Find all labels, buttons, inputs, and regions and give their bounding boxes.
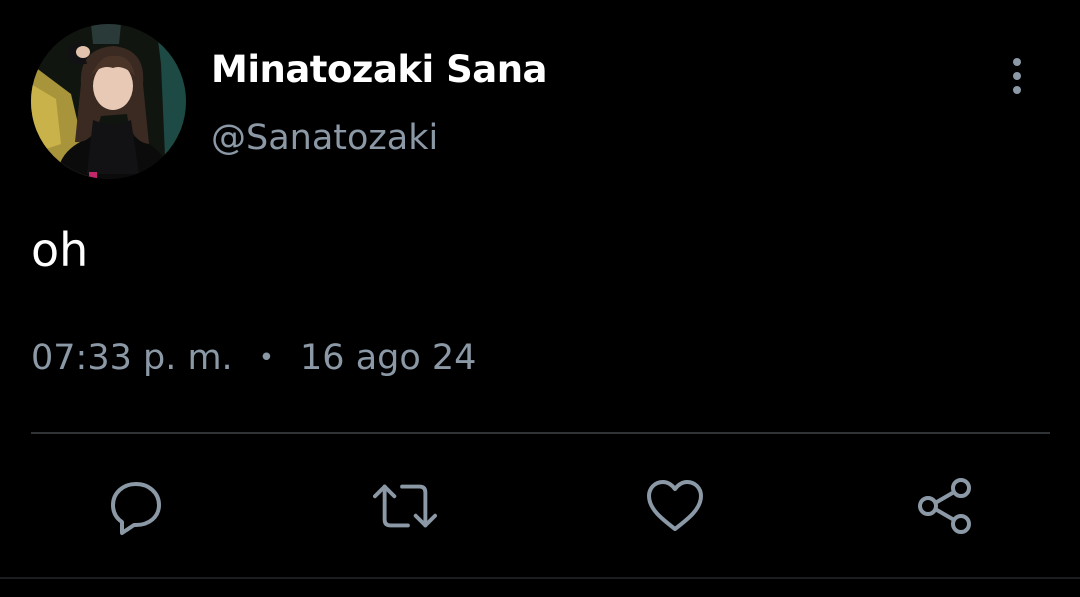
author-handle[interactable]: @Sanatozaki: [211, 114, 438, 162]
retweet-arrows-icon: [373, 484, 437, 528]
share-nodes-icon: [918, 478, 971, 534]
share-button[interactable]: [913, 474, 977, 538]
tweet-date: 16 ago 24: [300, 338, 477, 378]
tweet-time: 07:33 p. m.: [31, 338, 233, 378]
avatar-photo: [31, 24, 186, 179]
speech-bubble-icon: [111, 482, 161, 535]
tweet-timestamp[interactable]: 07:33 p. m. • 16 ago 24: [31, 334, 476, 382]
like-button[interactable]: [643, 474, 707, 538]
reply-button[interactable]: [104, 474, 168, 538]
retweet-button[interactable]: [373, 474, 437, 538]
heart-icon: [647, 480, 703, 531]
vertical-ellipsis-icon: [1013, 58, 1021, 94]
meta-separator: •: [258, 343, 275, 373]
avatar[interactable]: [31, 24, 186, 179]
divider: [31, 432, 1050, 434]
tweet-text: oh: [31, 223, 89, 277]
more-options-button[interactable]: [996, 52, 1038, 100]
bottom-divider: [0, 577, 1080, 579]
author-display-name[interactable]: Minatozaki Sana: [211, 46, 548, 94]
